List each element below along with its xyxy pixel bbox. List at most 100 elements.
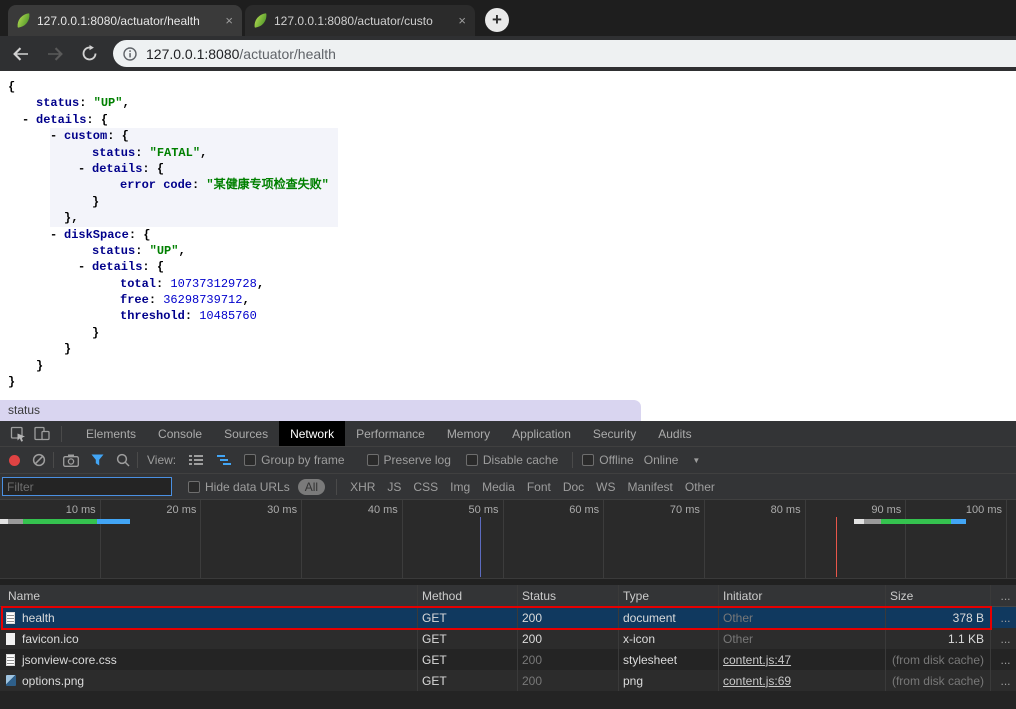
json-token: }, xyxy=(64,211,78,225)
devtools-tab-performance[interactable]: Performance xyxy=(345,421,436,446)
checkbox[interactable] xyxy=(582,454,594,466)
devtools-tab-audits[interactable]: Audits xyxy=(647,421,702,446)
method-cell: GET xyxy=(418,670,518,691)
filter-chip-manifest[interactable]: Manifest xyxy=(628,480,673,494)
devtools-tab-security[interactable]: Security xyxy=(582,421,647,446)
filter-chip-css[interactable]: CSS xyxy=(413,480,438,494)
filter-input[interactable] xyxy=(2,477,172,496)
filter-chip-ws[interactable]: WS xyxy=(596,480,615,494)
table-row-options-png[interactable]: options.pngGET200pngcontent.js:69(from d… xyxy=(0,670,1016,691)
group-by-frame-checkbox[interactable]: Group by frame xyxy=(244,453,344,467)
json-token: details xyxy=(36,113,86,127)
bar-segment xyxy=(854,519,864,524)
status-bubble: status xyxy=(0,400,641,421)
column-header-[interactable]: ... xyxy=(991,585,1016,606)
large-rows-icon[interactable] xyxy=(188,454,204,466)
filter-chip-other[interactable]: Other xyxy=(685,480,715,494)
json-token: : xyxy=(135,146,149,160)
network-overview[interactable]: 10 ms20 ms30 ms40 ms50 ms60 ms70 ms80 ms… xyxy=(0,500,1016,585)
column-header-status[interactable]: Status xyxy=(518,585,619,606)
devtools-tab-elements[interactable]: Elements xyxy=(75,421,147,446)
preserve-log-checkbox[interactable]: Preserve log xyxy=(367,453,451,467)
browser-tab-health[interactable]: 127.0.0.1:8080/actuator/health × xyxy=(8,5,242,36)
collapse-toggle-icon[interactable]: - xyxy=(50,128,57,144)
info-icon[interactable] xyxy=(123,47,137,61)
browser-tab-custom[interactable]: 127.0.0.1:8080/actuator/custo × xyxy=(245,5,475,36)
filter-chip-all[interactable]: All xyxy=(298,479,325,495)
column-header-name[interactable]: Name xyxy=(0,585,418,606)
status-cell: 200 xyxy=(518,670,619,691)
browser-window: 127.0.0.1:8080/actuator/health × 127.0.0… xyxy=(0,0,1016,709)
new-tab-button[interactable]: + xyxy=(485,8,509,32)
checkbox[interactable] xyxy=(466,454,478,466)
table-row-jsonview-core-css[interactable]: jsonview-core.cssGET200stylesheetcontent… xyxy=(0,649,1016,670)
timeline-tick-label: 10 ms xyxy=(36,504,96,516)
close-tab-icon[interactable]: × xyxy=(458,14,466,27)
json-line: status: "UP", xyxy=(0,243,1016,259)
filter-chip-media[interactable]: Media xyxy=(482,480,515,494)
json-token: : xyxy=(149,293,163,307)
table-row-health[interactable]: healthGET200documentOther378 B... xyxy=(0,607,1016,628)
hide-data-urls-checkbox[interactable]: Hide data URLs xyxy=(188,480,290,494)
checkbox[interactable] xyxy=(367,454,379,466)
network-filter-bar: Hide data URLs All XHR JS CSS Img Media Font Do… xyxy=(0,474,1016,500)
devtools-tab-application[interactable]: Application xyxy=(501,421,582,446)
column-header-size[interactable]: Size xyxy=(886,585,991,606)
devtools-tab-network[interactable]: Network xyxy=(279,421,345,446)
throttling-select[interactable]: Online xyxy=(644,453,679,467)
json-token: free xyxy=(120,293,149,307)
json-line: status: "UP", xyxy=(0,95,1016,111)
column-header-initiator[interactable]: Initiator xyxy=(719,585,886,606)
search-icon[interactable] xyxy=(116,453,130,467)
timeline-tick-label: 80 ms xyxy=(741,504,801,516)
json-token: custom xyxy=(64,129,107,143)
filter-chip-js[interactable]: JS xyxy=(387,480,401,494)
collapse-toggle-icon[interactable]: - xyxy=(50,227,57,243)
address-bar[interactable]: 127.0.0.1:8080/actuator/health xyxy=(113,40,1016,67)
requests-table-header[interactable]: NameMethodStatusTypeInitiatorSize... xyxy=(0,585,1016,607)
initiator-link[interactable]: content.js:69 xyxy=(723,674,791,688)
status-cell: 200 xyxy=(518,607,619,628)
json-line: }, xyxy=(0,210,1016,226)
devtools-tab-sources[interactable]: Sources xyxy=(213,421,279,446)
collapse-toggle-icon[interactable]: - xyxy=(78,161,85,177)
json-line: } xyxy=(0,194,1016,210)
timeline-gridline xyxy=(503,500,504,578)
filter-icon[interactable] xyxy=(91,454,104,466)
device-toolbar-icon[interactable] xyxy=(30,422,54,446)
checkbox[interactable] xyxy=(188,481,200,493)
offline-checkbox[interactable]: Offline xyxy=(582,453,633,467)
column-header-method[interactable]: Method xyxy=(418,585,518,606)
close-tab-icon[interactable]: × xyxy=(225,14,233,27)
forward-button[interactable] xyxy=(42,41,68,67)
record-button[interactable] xyxy=(9,455,20,466)
chevron-down-icon[interactable]: ▼ xyxy=(692,456,700,465)
collapse-toggle-icon[interactable]: - xyxy=(22,112,29,128)
devtools-tab-bar-tabs: ElementsConsoleSourcesNetworkPerformance… xyxy=(75,421,703,446)
json-token: , xyxy=(242,293,249,307)
json-token: status xyxy=(36,96,79,110)
filter-chip-img[interactable]: Img xyxy=(450,480,470,494)
filter-chip-xhr[interactable]: XHR xyxy=(350,480,375,494)
filter-chip-font[interactable]: Font xyxy=(527,480,551,494)
disable-cache-checkbox[interactable]: Disable cache xyxy=(466,453,558,467)
reload-button[interactable] xyxy=(76,41,102,67)
initiator-link[interactable]: content.js:47 xyxy=(723,653,791,667)
table-row-favicon-ico[interactable]: favicon.icoGET200x-iconOther1.1 KB... xyxy=(0,628,1016,649)
inspect-element-icon[interactable] xyxy=(6,422,30,446)
capture-screenshots-icon[interactable] xyxy=(63,454,79,467)
devtools-tab-memory[interactable]: Memory xyxy=(436,421,501,446)
method-cell: GET xyxy=(418,649,518,670)
offline-label: Offline xyxy=(599,453,633,467)
clear-button[interactable] xyxy=(32,453,46,467)
json-token: : { xyxy=(142,260,164,274)
devtools-tab-console[interactable]: Console xyxy=(147,421,213,446)
checkbox[interactable] xyxy=(244,454,256,466)
show-overview-icon[interactable] xyxy=(216,454,232,466)
method-cell: GET xyxy=(418,607,518,628)
column-header-type[interactable]: Type xyxy=(619,585,719,606)
json-line: } xyxy=(0,358,1016,374)
collapse-toggle-icon[interactable]: - xyxy=(78,259,85,275)
back-button[interactable] xyxy=(8,41,34,67)
filter-chip-doc[interactable]: Doc xyxy=(563,480,584,494)
